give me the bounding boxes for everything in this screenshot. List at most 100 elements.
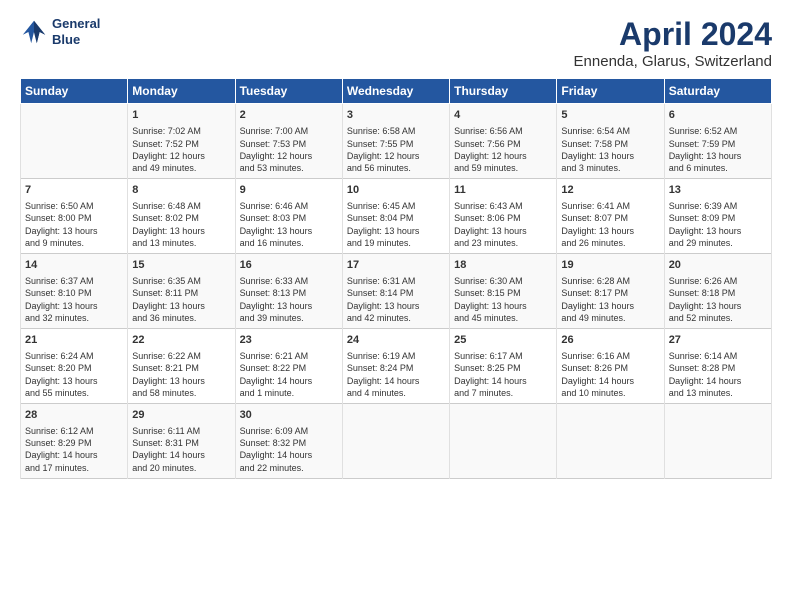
calendar-cell: 11Sunrise: 6:43 AMSunset: 8:06 PMDayligh…: [450, 178, 557, 253]
cell-info: and 13 minutes.: [669, 387, 767, 399]
cell-info: Sunset: 8:07 PM: [561, 212, 659, 224]
cell-info: Daylight: 14 hours: [561, 375, 659, 387]
location: Ennenda, Glarus, Switzerland: [574, 53, 772, 70]
cell-info: Daylight: 13 hours: [561, 300, 659, 312]
cell-info: Sunrise: 6:41 AM: [561, 200, 659, 212]
calendar-cell: 5Sunrise: 6:54 AMSunset: 7:58 PMDaylight…: [557, 104, 664, 179]
day-number: 3: [347, 108, 445, 123]
day-number: 16: [240, 258, 338, 273]
cell-info: Daylight: 13 hours: [132, 375, 230, 387]
cell-info: and 7 minutes.: [454, 387, 552, 399]
cell-info: Sunset: 8:13 PM: [240, 287, 338, 299]
day-number: 27: [669, 333, 767, 348]
cell-info: Daylight: 13 hours: [454, 300, 552, 312]
day-number: 5: [561, 108, 659, 123]
day-number: 17: [347, 258, 445, 273]
day-header-wednesday: Wednesday: [342, 79, 449, 104]
day-number: 23: [240, 333, 338, 348]
cell-info: Sunset: 7:55 PM: [347, 138, 445, 150]
cell-info: Daylight: 14 hours: [347, 375, 445, 387]
cell-info: Sunrise: 6:21 AM: [240, 350, 338, 362]
day-number: 9: [240, 183, 338, 198]
cell-info: and 16 minutes.: [240, 237, 338, 249]
calendar-cell: 20Sunrise: 6:26 AMSunset: 8:18 PMDayligh…: [664, 253, 771, 328]
cell-info: Sunset: 8:31 PM: [132, 437, 230, 449]
cell-info: Sunset: 8:09 PM: [669, 212, 767, 224]
week-row-3: 14Sunrise: 6:37 AMSunset: 8:10 PMDayligh…: [21, 253, 772, 328]
cell-info: Sunset: 8:28 PM: [669, 362, 767, 374]
calendar-cell: 10 Sunrise: 6:45 AMSunset: 8:04 PMDayligh…: [342, 178, 449, 253]
cell-info: Sunrise: 6:48 AM: [132, 200, 230, 212]
day-number: 21: [25, 333, 123, 348]
cell-info: and 26 minutes.: [561, 237, 659, 249]
cell-info: Daylight: 13 hours: [240, 225, 338, 237]
calendar-cell: 12Sunrise: 6:41 AMSunset: 8:07 PMDayligh…: [557, 178, 664, 253]
cell-info: Sunset: 8:00 PM: [25, 212, 123, 224]
day-number: 29: [132, 408, 230, 423]
month-title: April 2024: [574, 16, 772, 53]
calendar-cell: 15Sunrise: 6:35 AMSunset: 8:11 PMDayligh…: [128, 253, 235, 328]
cell-info: Sunset: 8:04 PM: [347, 212, 445, 224]
cell-info: Sunrise: 6:45 AM: [347, 200, 445, 212]
cell-info: Daylight: 13 hours: [561, 150, 659, 162]
cell-info: and 20 minutes.: [132, 462, 230, 474]
cell-info: Sunrise: 7:02 AM: [132, 125, 230, 137]
day-number: 19: [561, 258, 659, 273]
cell-info: Sunset: 7:53 PM: [240, 138, 338, 150]
cell-info: Sunrise: 6:39 AM: [669, 200, 767, 212]
day-header-tuesday: Tuesday: [235, 79, 342, 104]
cell-info: Daylight: 13 hours: [669, 150, 767, 162]
week-row-2: 7Sunrise: 6:50 AMSunset: 8:00 PMDaylight…: [21, 178, 772, 253]
cell-info: and 13 minutes.: [132, 237, 230, 249]
day-number: 18: [454, 258, 552, 273]
cell-info: and 53 minutes.: [240, 162, 338, 174]
cell-info: and 6 minutes.: [669, 162, 767, 174]
calendar-table: SundayMondayTuesdayWednesdayThursdayFrid…: [20, 78, 772, 479]
calendar-cell: 9Sunrise: 6:46 AMSunset: 8:03 PMDaylight…: [235, 178, 342, 253]
day-header-monday: Monday: [128, 79, 235, 104]
week-row-1: 1Sunrise: 7:02 AMSunset: 7:52 PMDaylight…: [21, 104, 772, 179]
cell-info: and 17 minutes.: [25, 462, 123, 474]
week-row-4: 21Sunrise: 6:24 AMSunset: 8:20 PMDayligh…: [21, 328, 772, 403]
calendar-cell: 30Sunrise: 6:09 AMSunset: 8:32 PMDayligh…: [235, 403, 342, 478]
calendar-cell: [664, 403, 771, 478]
cell-info: Daylight: 13 hours: [347, 225, 445, 237]
calendar-cell: 17Sunrise: 6:31 AMSunset: 8:14 PMDayligh…: [342, 253, 449, 328]
cell-info: Sunset: 8:21 PM: [132, 362, 230, 374]
calendar-cell: 14Sunrise: 6:37 AMSunset: 8:10 PMDayligh…: [21, 253, 128, 328]
day-number: 7: [25, 183, 123, 198]
cell-info: Sunrise: 6:52 AM: [669, 125, 767, 137]
cell-info: and 49 minutes.: [561, 312, 659, 324]
cell-info: Daylight: 13 hours: [132, 300, 230, 312]
day-header-sunday: Sunday: [21, 79, 128, 104]
page: General Blue April 2024 Ennenda, Glarus,…: [0, 0, 792, 612]
cell-info: Sunrise: 6:35 AM: [132, 275, 230, 287]
cell-info: Sunrise: 6:14 AM: [669, 350, 767, 362]
cell-info: Sunrise: 6:37 AM: [25, 275, 123, 287]
cell-info: Sunset: 8:10 PM: [25, 287, 123, 299]
calendar-cell: 29Sunrise: 6:11 AMSunset: 8:31 PMDayligh…: [128, 403, 235, 478]
cell-info: Sunset: 8:32 PM: [240, 437, 338, 449]
cell-info: and 49 minutes.: [132, 162, 230, 174]
cell-info: and 56 minutes.: [347, 162, 445, 174]
cell-info: Sunset: 8:03 PM: [240, 212, 338, 224]
cell-info: Sunrise: 6:12 AM: [25, 425, 123, 437]
cell-info: Sunset: 8:14 PM: [347, 287, 445, 299]
calendar-cell: 16Sunrise: 6:33 AMSunset: 8:13 PMDayligh…: [235, 253, 342, 328]
calendar-cell: 8Sunrise: 6:48 AMSunset: 8:02 PMDaylight…: [128, 178, 235, 253]
cell-info: Sunrise: 6:16 AM: [561, 350, 659, 362]
cell-info: and 19 minutes.: [347, 237, 445, 249]
calendar-cell: 21Sunrise: 6:24 AMSunset: 8:20 PMDayligh…: [21, 328, 128, 403]
cell-info: and 9 minutes.: [25, 237, 123, 249]
cell-info: Sunset: 7:58 PM: [561, 138, 659, 150]
calendar-cell: 18Sunrise: 6:30 AMSunset: 8:15 PMDayligh…: [450, 253, 557, 328]
cell-info: and 39 minutes.: [240, 312, 338, 324]
cell-info: and 10 minutes.: [561, 387, 659, 399]
cell-info: Sunrise: 6:50 AM: [25, 200, 123, 212]
cell-info: Daylight: 14 hours: [25, 449, 123, 461]
cell-info: Daylight: 13 hours: [25, 225, 123, 237]
calendar-cell: 1Sunrise: 7:02 AMSunset: 7:52 PMDaylight…: [128, 104, 235, 179]
cell-info: and 1 minute.: [240, 387, 338, 399]
day-number: 10: [347, 183, 445, 198]
cell-info: and 36 minutes.: [132, 312, 230, 324]
